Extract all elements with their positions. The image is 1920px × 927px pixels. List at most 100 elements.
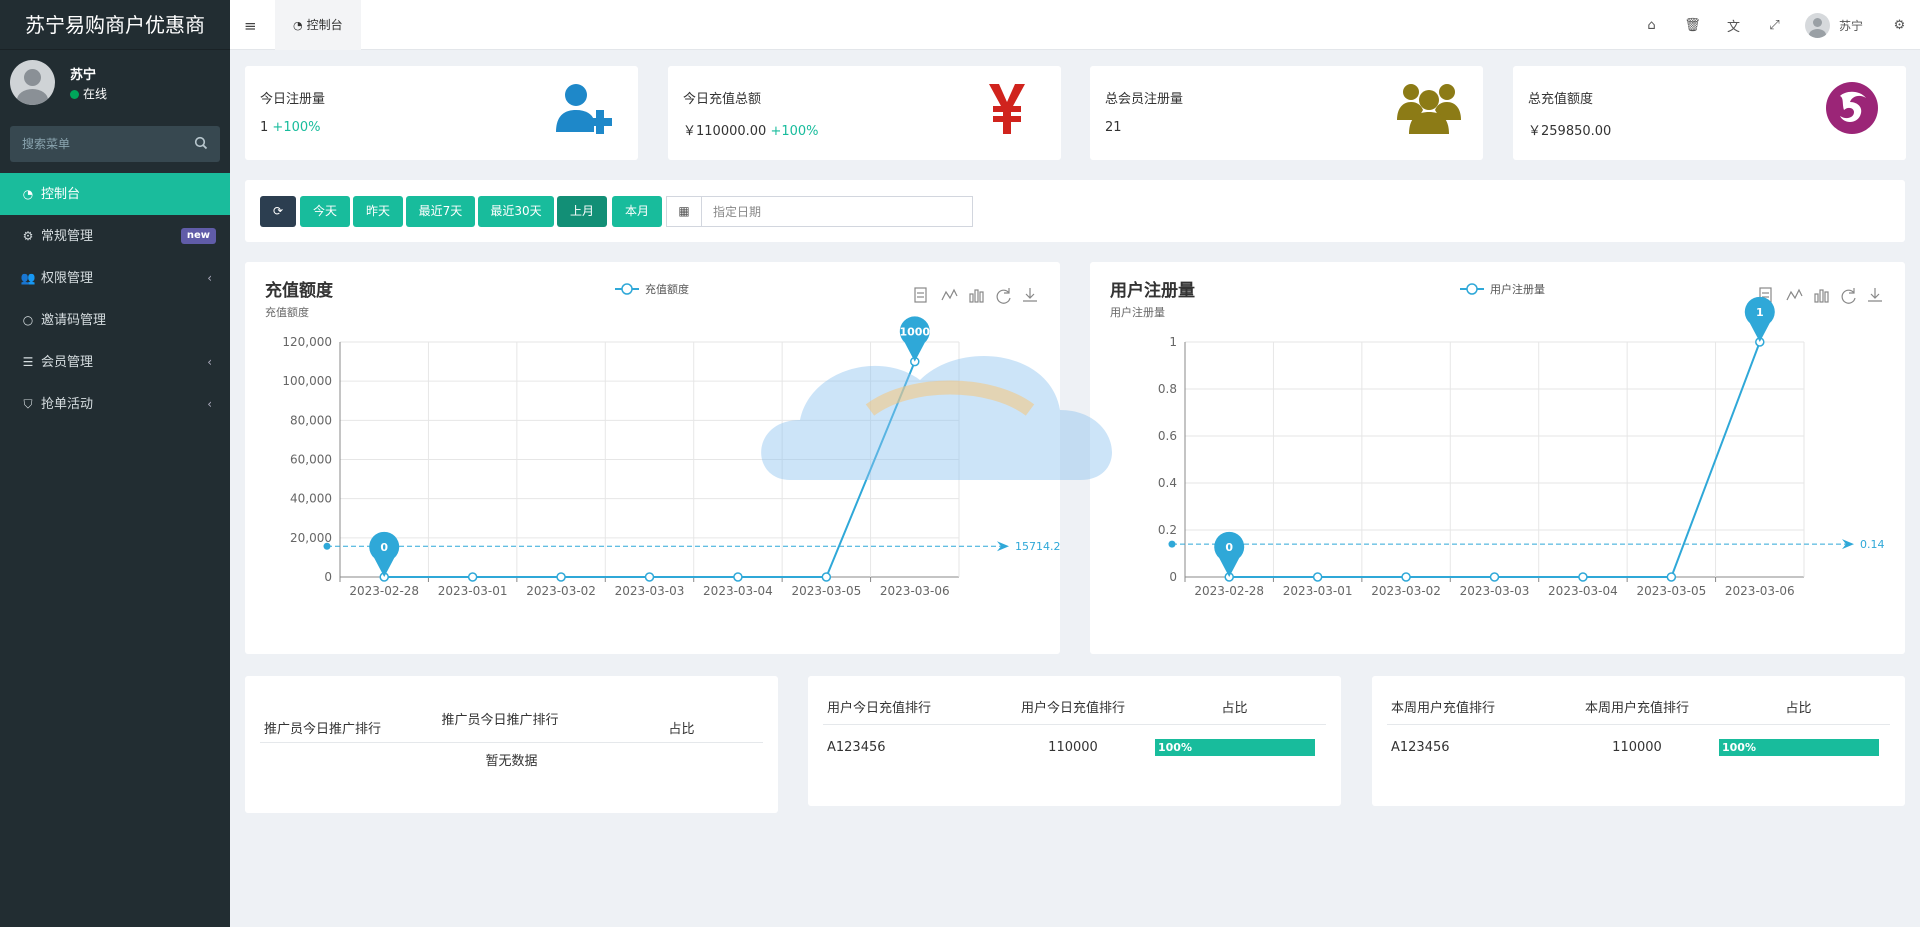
search-icon[interactable]	[194, 136, 208, 150]
sidebar-item-invite[interactable]: ○ 邀请码管理	[0, 299, 230, 341]
user-panel: 苏宁 在线	[0, 50, 230, 118]
y-tick-label: 100,000	[282, 374, 332, 388]
tab-dashboard[interactable]: ◔ 控制台	[275, 0, 361, 50]
x-tick-label: 2023-03-03	[1460, 584, 1530, 598]
stat-card-today-recharge: 今日充值总额 ￥110000.00 +100%	[668, 66, 1061, 160]
filter-yesterday-button[interactable]: 昨天	[353, 196, 403, 227]
stat-value: 21	[1105, 120, 1122, 135]
chart-subtitle: 用户注册量	[1110, 305, 1165, 319]
filter-7days-button[interactable]: 最近7天	[406, 196, 475, 227]
line-icon[interactable]	[941, 288, 958, 301]
stat-title: 今日注册量	[260, 92, 326, 107]
series-line	[1229, 341, 1761, 578]
filter-thismonth-button[interactable]: 本月	[612, 196, 662, 227]
line-icon[interactable]	[1786, 288, 1803, 301]
calendar-icon[interactable]: ▦	[667, 197, 702, 226]
recharge-chart-panel: 充值额度 充值额度 充值额度 0 20,000 40,000 60,000 80,000 100…	[245, 262, 1060, 654]
bar-icon[interactable]	[969, 289, 984, 303]
y-tick-label: 0.8	[1158, 382, 1177, 396]
icon-part	[914, 287, 927, 303]
y-tick-label: 0	[1169, 570, 1177, 584]
filter-today-button[interactable]: 今天	[300, 196, 350, 227]
column-header: 用户今日充值排行	[1003, 690, 1143, 725]
y-tick-label: 40,000	[290, 492, 332, 506]
sidebar-item-label: 常规管理	[41, 229, 94, 244]
list-icon: ☰	[22, 355, 34, 369]
trash-icon[interactable]: 🗑	[1672, 18, 1713, 33]
stat-title: 今日充值总额	[683, 92, 762, 107]
circle-icon: ○	[22, 313, 34, 327]
bookmark-icon: ⛉	[23, 397, 33, 411]
stat-card-total-recharge: 总充值额度 ￥259850.00	[1513, 66, 1906, 160]
min-marker: 0	[1214, 531, 1245, 577]
pin-label: 1	[1756, 306, 1764, 319]
data-point	[1401, 572, 1411, 582]
search-input[interactable]	[10, 126, 220, 162]
column-header: 占比	[600, 696, 763, 743]
stat-value: ￥259850.00	[1528, 120, 1611, 139]
chart-subtitle: 充值额度	[265, 305, 309, 319]
data-view-icon[interactable]	[914, 287, 927, 303]
legend-marker	[621, 283, 633, 295]
users-icon: 👥	[20, 271, 36, 285]
refresh-button[interactable]: ⟳	[260, 196, 296, 227]
x-tick-label: 2023-03-06	[1725, 584, 1795, 598]
icon-part	[979, 291, 984, 303]
data-point	[1312, 572, 1323, 582]
data-point	[467, 572, 478, 582]
refresh-icon: ⟳	[272, 204, 284, 218]
sidebar-item-general[interactable]: ⚙ 常规管理 new	[0, 215, 230, 257]
average-arrow	[997, 541, 1009, 552]
icon-part	[1841, 288, 1856, 304]
y-tick-label: 0.2	[1158, 523, 1177, 537]
filter-lastmonth-button[interactable]: 上月	[557, 196, 607, 227]
empty-message: 暂无数据	[485, 753, 538, 769]
legend-label: 充值额度	[645, 282, 689, 296]
promoter-rank-table: 推广员今日推广排行 推广员今日推广排行 占比 暂无数据	[260, 696, 763, 776]
week-recharge-rank-panel: 本周用户充值排行 本周用户充值排行 占比 A123456 110000 100%	[1372, 676, 1905, 806]
stat-value: ￥110000.00 +100%	[683, 120, 819, 139]
brand-title[interactable]: 苏宁易购商户优惠商	[0, 0, 230, 50]
dashboard-icon: ◔	[22, 187, 34, 201]
download-icon[interactable]	[1023, 288, 1037, 302]
bar-icon[interactable]	[1814, 289, 1829, 303]
y-tick-label: 0	[324, 570, 332, 584]
date-input[interactable]	[703, 197, 971, 226]
stat-value: 1 +100%	[260, 120, 320, 135]
translate-icon[interactable]: 文	[1713, 16, 1754, 35]
icon-part	[1023, 288, 1037, 302]
sidebar-item-members[interactable]: ☰ 会员管理 ‹	[0, 341, 230, 383]
column-header: 占比	[1143, 690, 1326, 725]
chart-title: 充值额度	[265, 280, 334, 301]
sidebar-item-dashboard[interactable]: ◔ 控制台	[0, 173, 230, 215]
sidebar-item-label: 权限管理	[41, 271, 94, 286]
restore-icon[interactable]	[996, 288, 1011, 304]
fullscreen-icon[interactable]: ⤢	[1754, 18, 1795, 33]
filter-30days-button[interactable]: 最近30天	[478, 196, 554, 227]
legend-marker	[1466, 283, 1478, 295]
sidebar-item-grab[interactable]: ⛉ 抢单活动 ‹	[0, 383, 230, 425]
restore-icon[interactable]	[1841, 288, 1856, 304]
menu-toggle-icon[interactable]: ≡	[244, 17, 257, 35]
status-label: 在线	[83, 87, 108, 101]
tab-label: 控制台	[306, 18, 343, 32]
cogs-icon: ⚙	[22, 229, 34, 243]
y-tick-label: 60,000	[290, 453, 332, 467]
settings-icon[interactable]: ⚙	[1879, 18, 1920, 33]
pin-label: 110000	[892, 326, 938, 339]
sidebar-item-label: 控制台	[41, 187, 81, 202]
max-marker: 110000	[892, 316, 938, 362]
data-point	[1666, 572, 1677, 582]
firefox-icon	[1826, 82, 1878, 134]
dashboard-icon: ◔	[293, 19, 303, 32]
home-icon[interactable]: ⌂	[1631, 18, 1672, 33]
register-chart-panel: 用户注册量 用户注册量 用户注册量 0 0.2 0.4 0.6 0.8 1 2023-02-28 2…	[1090, 262, 1905, 654]
sidebar-item-permissions[interactable]: 👥 权限管理 ‹	[0, 257, 230, 299]
user-status: 在线	[70, 85, 107, 102]
header-user-menu[interactable]: 苏宁	[1795, 12, 1879, 38]
y-tick-label: 0.6	[1158, 429, 1177, 443]
download-icon[interactable]	[1868, 288, 1882, 302]
menu-search	[10, 126, 220, 162]
top-navbar: ≡ ◔ 控制台 ⌂ 🗑 文 ⤢ 苏宁 ⚙	[230, 0, 1920, 50]
icon-part	[1786, 288, 1803, 301]
